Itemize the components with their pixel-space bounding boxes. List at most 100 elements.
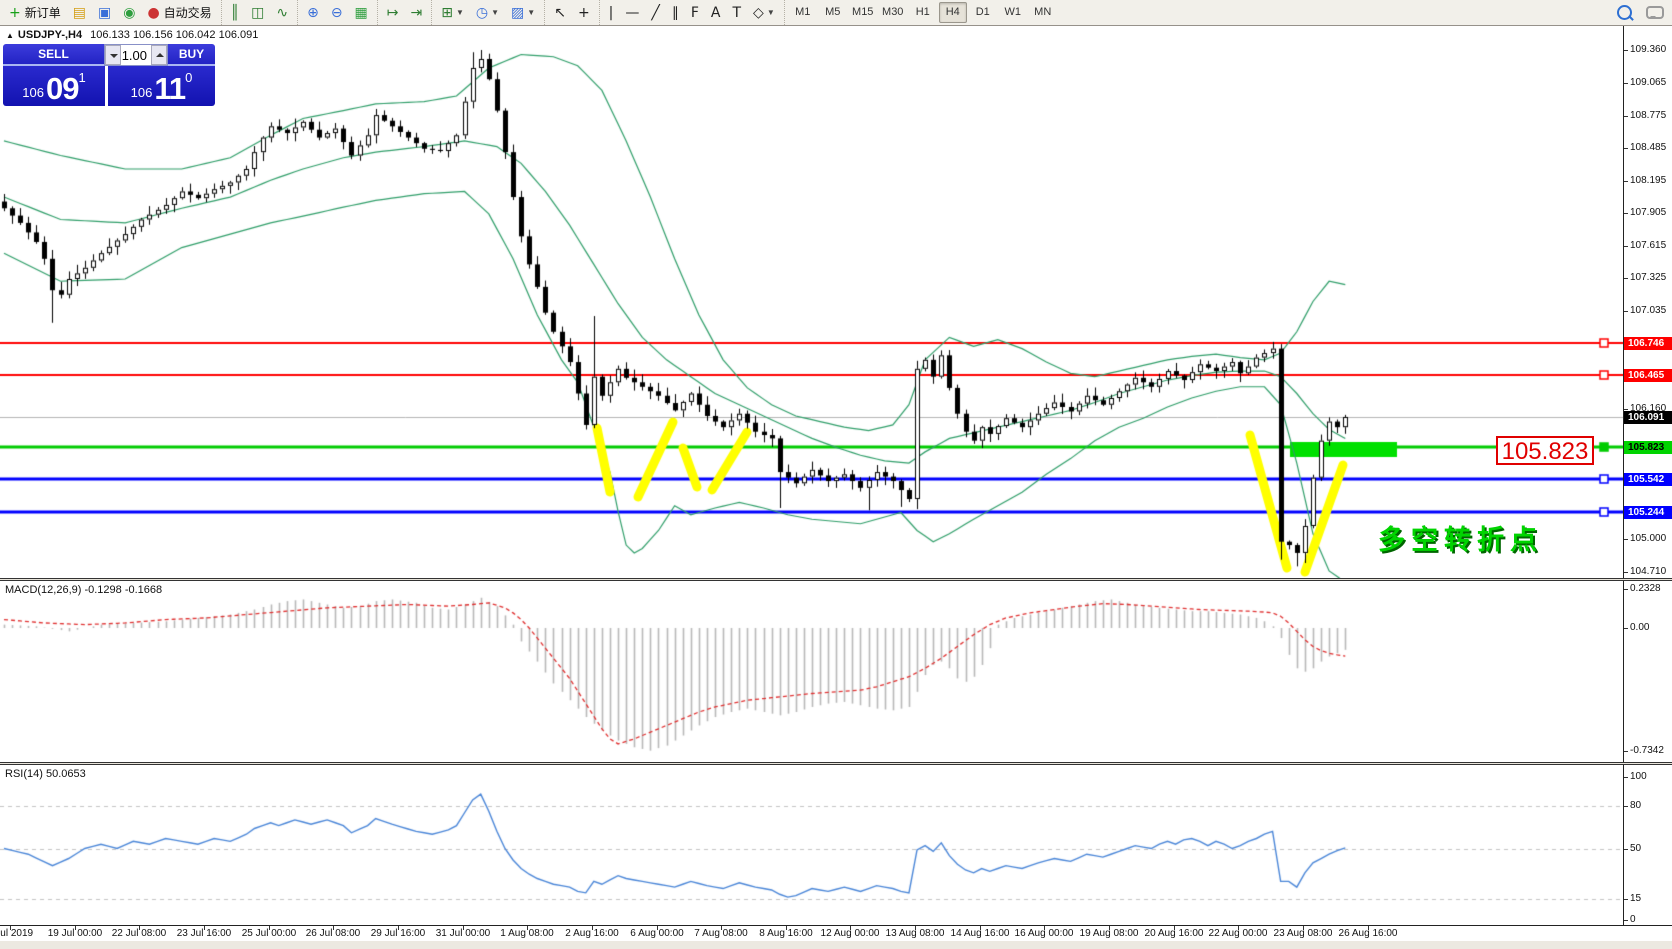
sell-price-point: 1 (78, 72, 85, 84)
shapes-icon: ◇ (753, 6, 764, 20)
indicators-icon: ⊞ (441, 6, 453, 20)
horizontal-line-button[interactable]: — (620, 1, 644, 24)
volume-decrease-button[interactable] (105, 45, 121, 65)
timeframe-button-d1[interactable]: D1 (969, 2, 997, 23)
search-icon[interactable] (1617, 5, 1632, 20)
buy-button[interactable]: BUY (168, 44, 215, 66)
date-tick-label: 12 Aug 00:00 (821, 928, 880, 939)
price-line-label: 105.244 (1624, 506, 1672, 519)
volume-stepper: 1.00 (104, 44, 168, 66)
label-button[interactable]: T (727, 1, 746, 24)
symbol-name: USDJPY-,H4 (18, 29, 82, 41)
fibonacci-icon: F (691, 6, 699, 20)
axis-tick (1624, 213, 1628, 214)
crosshair-icon: + (578, 6, 590, 20)
cursor-button[interactable]: ↖ (549, 1, 571, 24)
chat-icon[interactable] (1646, 6, 1664, 19)
text-button[interactable]: A (706, 1, 726, 24)
volume-input[interactable]: 1.00 (121, 45, 151, 65)
timeframe-button-m1[interactable]: M1 (789, 2, 817, 23)
axis-tick (1624, 148, 1628, 149)
axis-tick (1624, 278, 1628, 279)
bar-chart-button[interactable]: ║ (226, 1, 244, 24)
date-axis[interactable]: 7 Jul 201919 Jul 00:0022 Jul 08:0023 Jul… (0, 925, 1672, 941)
chart-shift-icon: ⇥ (411, 6, 423, 20)
main-chart-canvas[interactable] (0, 26, 1623, 578)
tile-windows-button[interactable]: ▦ (350, 1, 373, 24)
crosshair-button[interactable]: + (573, 1, 595, 24)
timeframe-button-m5[interactable]: M5 (819, 2, 847, 23)
price-tick-label: 105.000 (1630, 533, 1666, 544)
timeframe-button-mn[interactable]: MN (1029, 2, 1057, 23)
profile-icon[interactable]: ▣ (93, 1, 116, 24)
zoom-out-button[interactable]: ⊖ (326, 1, 348, 24)
price-tick-label: 107.325 (1630, 272, 1666, 283)
profile-icon-icon: ▣ (98, 6, 111, 20)
macd-axis[interactable]: 0.23280.00-0.7342 (1623, 581, 1672, 762)
axis-tick (1624, 181, 1628, 182)
axis-tick (1624, 409, 1628, 410)
symbol-header: ▲ USDJPY-,H4 106.133 106.156 106.042 106.0… (6, 29, 258, 41)
macd-canvas[interactable] (0, 581, 1623, 762)
panel-collapse-icon[interactable]: ▲ (6, 31, 14, 40)
timeframe-button-m30[interactable]: M30 (879, 2, 907, 23)
date-tick-label: 8 Aug 16:00 (759, 928, 812, 939)
rsi-tick-label: 15 (1630, 893, 1641, 904)
price-line-label: 106.091 (1624, 411, 1672, 424)
trendline-button[interactable]: ╱ (646, 1, 664, 24)
macd-tick-label: 0.2328 (1630, 583, 1661, 594)
autotrading-button[interactable]: ●自动交易 (142, 1, 216, 24)
date-tick-label: 26 Jul 08:00 (306, 928, 361, 939)
axis-tick (1624, 116, 1628, 117)
channel-button[interactable]: ∥ (667, 1, 684, 24)
bar-chart-icon: ║ (231, 6, 239, 20)
timeframe-button-m15[interactable]: M15 (849, 2, 877, 23)
chart-shift-button[interactable]: ⇥ (406, 1, 428, 24)
axis-tick (1624, 246, 1628, 247)
fibonacci-button[interactable]: F (686, 1, 704, 24)
zoom-out-icon: ⊖ (331, 6, 343, 20)
radar-icon[interactable]: ◉ (118, 1, 140, 24)
price-line-label: 105.823 (1624, 441, 1672, 454)
date-tick-label: 22 Jul 08:00 (112, 928, 167, 939)
price-chart-panel: ▲ USDJPY-,H4 106.133 106.156 106.042 106.0… (0, 26, 1623, 578)
turning-point-annotation[interactable]: 多空转折点 (1378, 518, 1543, 557)
vertical-line-button[interactable]: | (604, 1, 619, 24)
timeframe-button-h4[interactable]: H4 (939, 2, 967, 23)
sell-price[interactable]: 106 09 1 (3, 66, 105, 106)
timeframe-button-w1[interactable]: W1 (999, 2, 1027, 23)
price-tick-label: 108.195 (1630, 175, 1666, 186)
timeframe-button-h1[interactable]: H1 (909, 2, 937, 23)
new-order-button[interactable]: +新订单 (4, 1, 66, 24)
ohlc-values: 106.133 106.156 106.042 106.091 (90, 29, 258, 41)
line-chart-button[interactable]: ∿ (271, 1, 293, 24)
chart-window-icon[interactable]: ▤ (68, 1, 91, 24)
toolbar-button-label: 新订单 (25, 4, 61, 21)
indicators-button[interactable]: ⊞▼ (436, 1, 469, 24)
zoom-in-button[interactable]: ⊕ (302, 1, 324, 24)
auto-scroll-button[interactable]: ↦ (382, 1, 404, 24)
axis-tick (1624, 806, 1628, 807)
templates-icon: ▨ (511, 6, 524, 20)
templates-button[interactable]: ▨▼ (506, 1, 540, 24)
periods-button[interactable]: ◷▼ (471, 1, 504, 24)
shapes-button[interactable]: ◇▼ (748, 1, 780, 24)
rsi-tick-label: 0 (1630, 914, 1636, 925)
rsi-axis[interactable]: 1008050150 (1623, 765, 1672, 925)
candlestick-chart-button[interactable]: ◫ (246, 1, 269, 24)
tile-windows-icon: ▦ (355, 6, 368, 20)
date-tick-label: 31 Jul 00:00 (436, 928, 491, 939)
date-tick-label: 14 Aug 16:00 (951, 928, 1010, 939)
auto-scroll-icon: ↦ (387, 6, 399, 20)
trendline-icon: ╱ (651, 6, 659, 20)
rsi-canvas[interactable] (0, 765, 1623, 925)
vertical-line-icon: | (609, 6, 614, 20)
timeframe-toolbar: M1M5M15M30H1H4D1W1MN (784, 0, 1061, 25)
axis-tick (1624, 777, 1628, 778)
volume-increase-button[interactable] (151, 45, 167, 65)
sell-button[interactable]: SELL (3, 44, 104, 66)
price-level-callout[interactable]: 105.823 (1496, 436, 1594, 465)
price-axis[interactable]: 109.360109.065108.775108.485108.195107.9… (1623, 26, 1672, 578)
channel-icon: ∥ (672, 6, 679, 20)
buy-price[interactable]: 106 11 0 (108, 66, 215, 106)
